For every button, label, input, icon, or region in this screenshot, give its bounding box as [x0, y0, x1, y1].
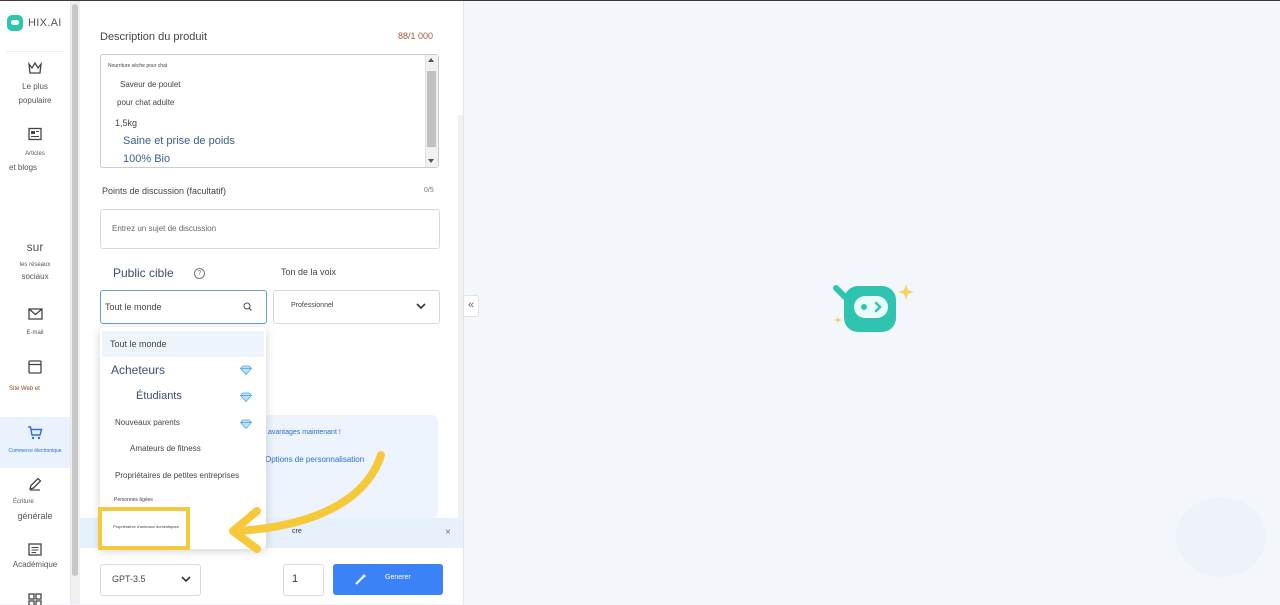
points-input[interactable]: Entrez un sujet de discussion: [100, 209, 440, 249]
sidebar-item-label: populaire: [18, 96, 52, 105]
points-counter: 0/5: [424, 187, 434, 194]
description-line: Saine et prise de poids: [123, 135, 235, 147]
annotation-arrow-icon: [229, 451, 385, 553]
close-icon[interactable]: ×: [445, 527, 451, 538]
description-line: pour chat adulte: [117, 98, 175, 107]
tone-select[interactable]: Professionnel: [273, 290, 440, 324]
tone-label: Ton de la voix: [281, 267, 337, 277]
article-icon: [28, 127, 42, 141]
generate-label: Generer: [385, 574, 411, 581]
description-textarea[interactable]: Nourriture sèche pour chat Saveur de pou…: [100, 54, 439, 168]
description-scrollbar[interactable]: [425, 55, 438, 167]
sidebar-item-label: Site Web et: [9, 386, 40, 392]
chevron-down-icon: [416, 303, 426, 310]
sidebar-item-label: Articles: [25, 151, 45, 157]
sidebar-scrollbar-thumb[interactable]: [72, 4, 78, 576]
crown-icon: [28, 61, 42, 74]
mascot-icon: [833, 284, 914, 332]
points-placeholder: Entrez un sujet de discussion: [112, 224, 217, 233]
help-icon[interactable]: ?: [194, 268, 205, 279]
scroll-up-icon[interactable]: [428, 58, 434, 62]
audience-select[interactable]: Tout le monde: [100, 290, 267, 324]
scroll-down-icon[interactable]: [428, 159, 434, 163]
sidebar-item-label: sociaux: [21, 272, 49, 281]
hix-logo-icon: [7, 15, 23, 31]
option-label: Tout le monde: [110, 339, 167, 349]
premium-diamond-icon: [240, 392, 252, 402]
audience-option[interactable]: Étudiants: [100, 384, 266, 410]
description-line: Nourriture sèche pour chat: [108, 63, 168, 69]
option-label: Nouveaux parents: [115, 418, 180, 427]
option-label: Acheteurs: [111, 363, 166, 377]
chevron-down-icon: [181, 576, 191, 583]
search-icon: [243, 302, 252, 311]
points-label: Points de discussion (facultatif): [102, 186, 227, 196]
pen-icon: [29, 477, 42, 491]
sidebar-item-social[interactable]: sur les réseaux sociaux: [0, 239, 70, 291]
sidebar-item-email[interactable]: E-mail: [0, 308, 70, 344]
cart-icon: [28, 426, 43, 440]
audience-value: Tout le monde: [105, 302, 162, 312]
description-line: 100% Bio: [123, 153, 171, 165]
sidebar-item-popular[interactable]: Le plus populaire: [0, 61, 70, 111]
brand-name: HIX.AI: [28, 17, 62, 29]
description-counter: 88/1 000: [398, 31, 434, 41]
sidebar-item-label: et blogs: [9, 163, 38, 172]
output-count-value: 1: [292, 573, 299, 585]
model-select[interactable]: GPT-3.5: [100, 564, 201, 596]
highlight-box: [98, 507, 190, 550]
sidebar-item-label: Académique: [12, 560, 58, 569]
collapse-panel-button[interactable]: «: [463, 295, 479, 317]
audience-label: Public cible: [113, 266, 174, 280]
browser-icon: [28, 360, 42, 374]
audience-option[interactable]: Tout le monde: [102, 331, 264, 357]
sidebar-item-label: Écriture: [13, 499, 34, 505]
option-label: Amateurs de fitness: [130, 444, 201, 453]
mail-icon: [27, 308, 43, 320]
sidebar-item-label: générale: [17, 511, 53, 521]
premium-diamond-icon: [240, 419, 252, 429]
sidebar-item-articles[interactable]: Articles et blogs: [0, 127, 70, 177]
magic-wand-icon: [355, 573, 367, 585]
sidebar-item-label: E-mail: [26, 330, 44, 336]
model-value: GPT-3.5: [112, 574, 146, 584]
audience-option[interactable]: Nouveaux parents: [100, 411, 266, 437]
option-label: Étudiants: [136, 390, 182, 402]
upgrade-text: avantages maintenant !: [268, 429, 341, 436]
generate-button[interactable]: Generer: [333, 564, 443, 595]
sidebar-item-academic[interactable]: Académique: [0, 543, 70, 573]
sidebar-divider: [6, 51, 64, 52]
option-label: Personnes âgées: [114, 497, 153, 503]
chat-widget-shadow: [1176, 497, 1266, 577]
sidebar-item-ecommerce[interactable]: Commerce électronique: [0, 417, 70, 468]
sidebar-item-label: les réseaux: [19, 262, 51, 268]
description-line: 1,5kg: [115, 118, 138, 128]
tone-value: Professionnel: [291, 302, 334, 309]
premium-diamond-icon: [240, 365, 252, 375]
output-count-input[interactable]: 1: [283, 564, 324, 596]
sidebar-item-general-writing[interactable]: Écriture générale: [0, 477, 70, 529]
document-icon: [28, 543, 42, 556]
grid-icon[interactable]: [28, 593, 42, 605]
sidebar-item-website[interactable]: Site Web et: [0, 360, 70, 406]
audience-option[interactable]: Acheteurs: [100, 357, 266, 383]
description-line: Saveur de poulet: [120, 80, 181, 89]
sidebar-item-label: Le plus: [22, 82, 48, 91]
sidebar-item-label: sur: [26, 240, 44, 254]
description-scrollbar-thumb[interactable]: [427, 71, 436, 147]
sidebar-item-label: Commerce électronique: [8, 448, 62, 454]
brand-logo[interactable]: HIX.AI: [7, 15, 62, 31]
description-label: Description du produit: [100, 31, 208, 43]
sidebar: HIX.AI Le plus populaire Articles et blo…: [0, 1, 71, 605]
